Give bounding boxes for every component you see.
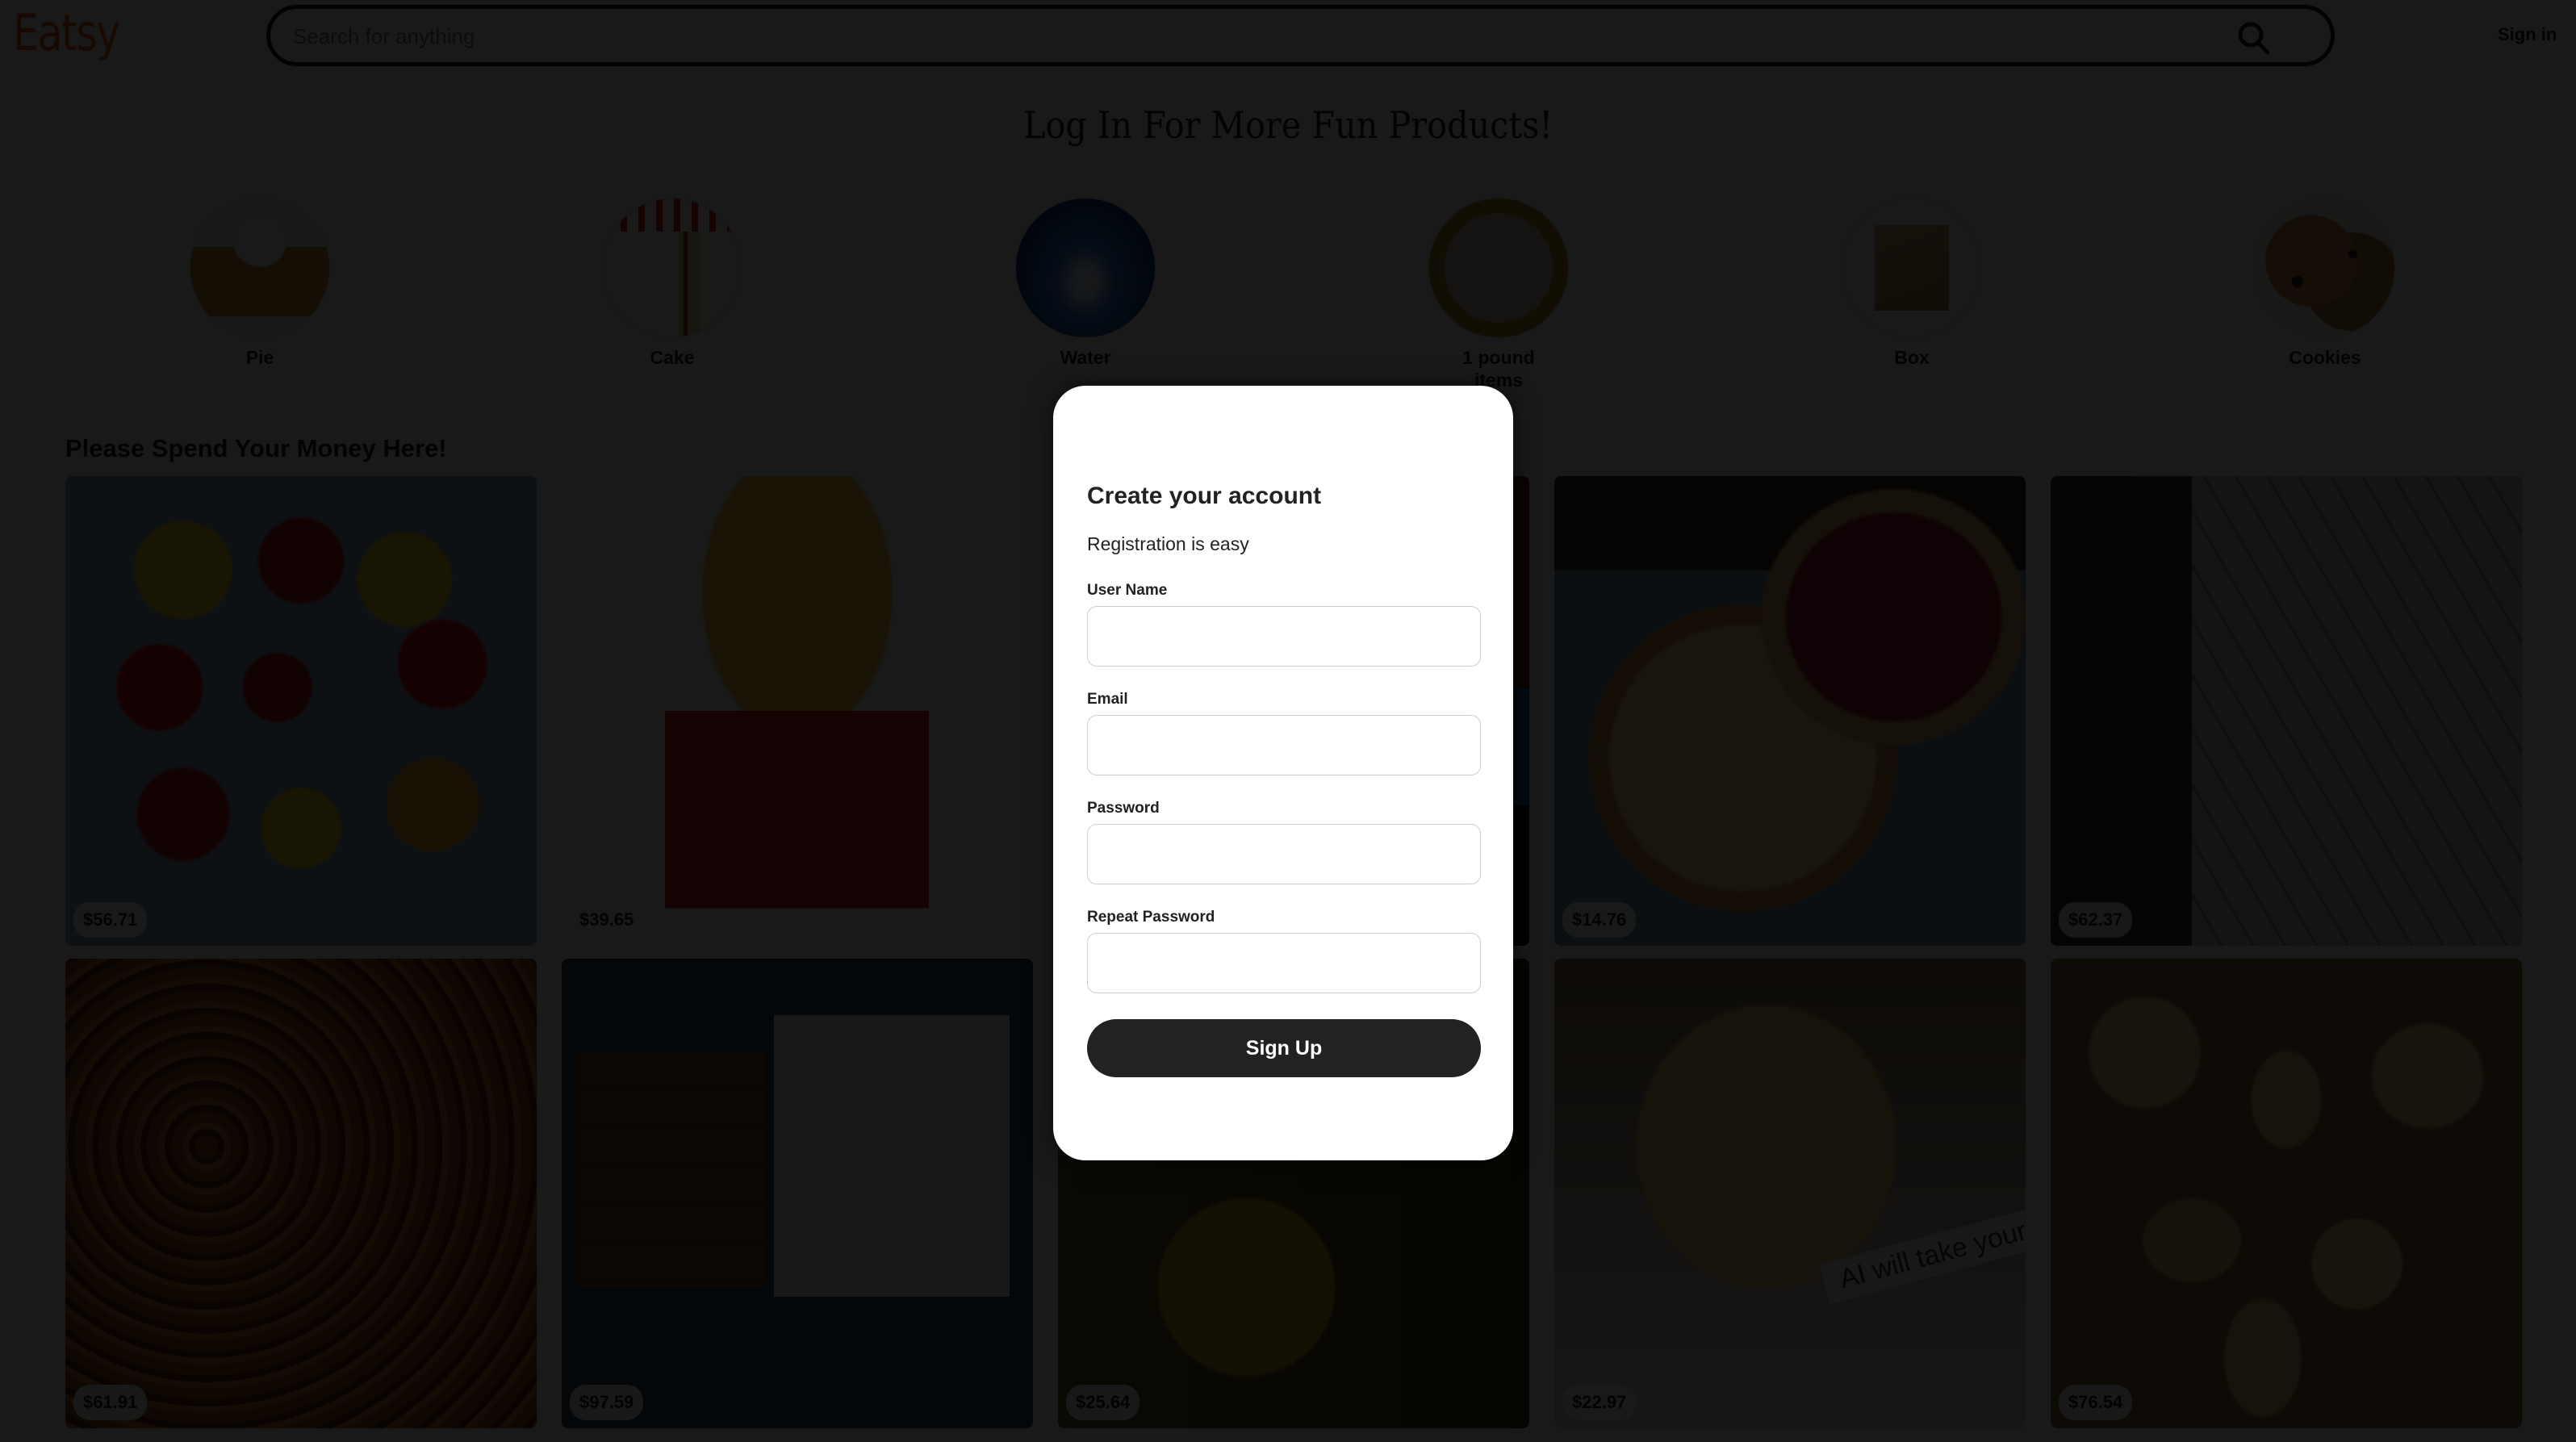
password-input[interactable] bbox=[1087, 824, 1481, 884]
modal-subtitle: Registration is easy bbox=[1087, 533, 1249, 554]
password-label: Password bbox=[1087, 800, 1160, 817]
repeat-password-field-group: Repeat Password bbox=[1087, 909, 1481, 993]
signup-modal: Create your account Registration is easy… bbox=[1053, 386, 1513, 1160]
email-input[interactable] bbox=[1087, 715, 1481, 775]
repeat-password-label: Repeat Password bbox=[1087, 909, 1215, 926]
repeat-password-input[interactable] bbox=[1087, 933, 1481, 993]
password-field-group: Password bbox=[1087, 800, 1481, 884]
email-field-group: Email bbox=[1087, 691, 1481, 775]
username-input[interactable] bbox=[1087, 606, 1481, 667]
username-field-group: User Name bbox=[1087, 582, 1481, 667]
sign-up-button[interactable]: Sign Up bbox=[1087, 1019, 1481, 1077]
modal-title: Create your account bbox=[1087, 483, 1322, 509]
email-label: Email bbox=[1087, 691, 1128, 708]
username-label: User Name bbox=[1087, 582, 1168, 599]
